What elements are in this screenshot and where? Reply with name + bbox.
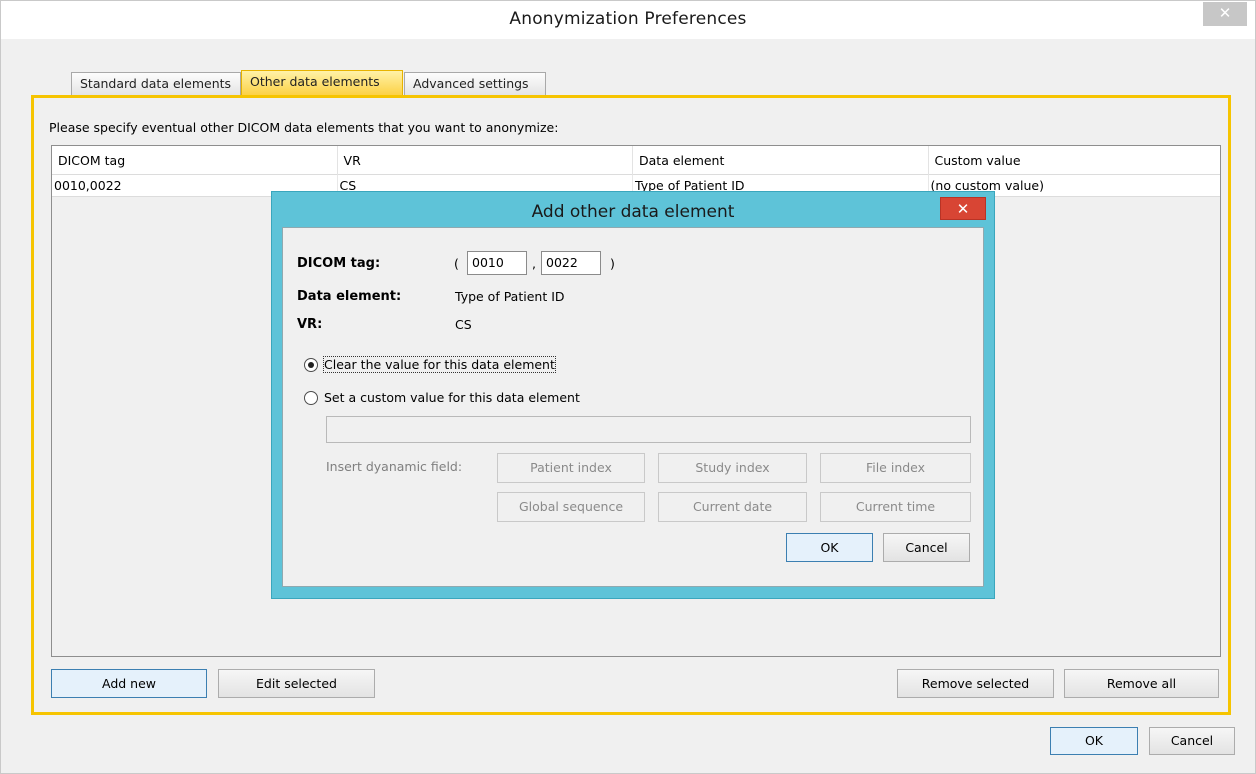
tab-other-data-elements[interactable]: Other data elements [241,70,403,96]
close-icon[interactable]: ✕ [1203,2,1247,26]
add-other-data-element-dialog: Add other data element ✕ DICOM tag: ( 00… [271,191,995,599]
ok-button[interactable]: OK [1050,727,1138,755]
insert-dynamic-field-label: Insert dyanamic field: [326,459,463,474]
patient-index-button[interactable]: Patient index [497,453,645,483]
file-index-button[interactable]: File index [820,453,971,483]
column-header-vr[interactable]: VR [338,146,634,175]
dialog-title: Add other data element [531,202,735,222]
window-title: Anonymization Preferences [509,9,747,29]
remove-selected-button[interactable]: Remove selected [897,669,1054,698]
clear-value-radio[interactable] [304,358,318,372]
dialog-body: DICOM tag: ( 0010 , 0022 ) Data element:… [282,227,984,587]
edit-selected-button[interactable]: Edit selected [218,669,375,698]
close-icon[interactable]: ✕ [940,197,986,220]
tag-group-input[interactable]: 0010 [467,251,527,275]
tag-comma: , [532,256,536,271]
instruction-text: Please specify eventual other DICOM data… [49,120,559,135]
clear-value-radio-label[interactable]: Clear the value for this data element [323,356,556,373]
tag-close-paren: ) [610,256,615,271]
dicom-tag-label: DICOM tag: [297,256,381,271]
anonymization-preferences-window: Anonymization Preferences ✕ Standard dat… [0,0,1256,774]
tag-element-input[interactable]: 0022 [541,251,601,275]
custom-value-input[interactable] [326,416,971,443]
tab-standard-data-elements[interactable]: Standard data elements [71,72,241,95]
custom-value-radio[interactable] [304,391,318,405]
cancel-button[interactable]: Cancel [1149,727,1235,755]
column-header-data-element[interactable]: Data element [633,146,929,175]
dialog-cancel-button[interactable]: Cancel [883,533,970,562]
current-date-button[interactable]: Current date [658,492,807,522]
add-new-button[interactable]: Add new [51,669,207,698]
study-index-button[interactable]: Study index [658,453,807,483]
tab-advanced-settings[interactable]: Advanced settings [404,72,546,95]
custom-value-radio-label[interactable]: Set a custom value for this data element [324,390,580,405]
data-element-value: Type of Patient ID [455,289,565,304]
global-sequence-button[interactable]: Global sequence [497,492,645,522]
column-header-dicom-tag[interactable]: DICOM tag [52,146,338,175]
current-time-button[interactable]: Current time [820,492,971,522]
title-bar: Anonymization Preferences ✕ [1,1,1255,39]
vr-value: CS [455,317,472,332]
remove-all-button[interactable]: Remove all [1064,669,1219,698]
vr-label: VR: [297,317,323,332]
dialog-ok-button[interactable]: OK [786,533,873,562]
data-element-label: Data element: [297,289,402,304]
table-header: DICOM tag VR Data element Custom value [52,146,1220,175]
tag-open-paren: ( [454,256,459,271]
column-header-custom-value[interactable]: Custom value [929,146,1221,175]
